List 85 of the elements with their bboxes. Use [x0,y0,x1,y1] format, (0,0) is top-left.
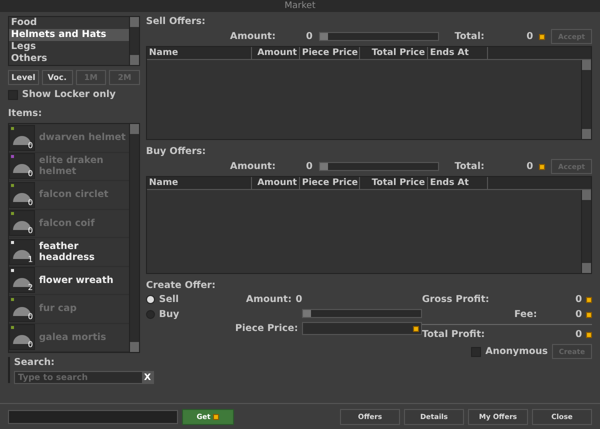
column-header[interactable]: Name [147,177,252,189]
item-count: 0 [28,140,33,150]
slider-thumb[interactable] [320,33,328,40]
section-title: Buy Offers: [146,146,207,157]
profit-value: 0 [574,329,582,340]
total-value: 0 [526,161,534,172]
item-name: galea mortis [39,332,106,343]
item-count: 2 [28,283,33,292]
filter-button[interactable]: Voc. [42,70,72,85]
profit-value: 0 [574,294,582,305]
amount-label: Amount: [246,294,292,305]
coin-icon [586,332,592,338]
coin-icon [539,164,546,170]
amount-label: Amount: [230,161,277,172]
scroll-bar[interactable] [129,124,139,352]
total-value: 0 [526,31,534,42]
total-label: Total: [454,161,486,172]
section-title: Sell Offers: [146,16,206,27]
item-count: 0 [28,312,33,321]
category-item[interactable]: Legs [9,41,129,53]
window-title: Market [0,0,600,12]
category-item[interactable]: Helmets and Hats [9,29,129,41]
amount-value: 0 [296,294,302,305]
amount-value: 0 [306,31,313,42]
item-count: 0 [28,198,33,207]
item-name: fur cap [39,303,77,314]
item-name: feather headdress [39,240,96,263]
scroll-bar[interactable] [581,60,591,139]
profit-value: 0 [574,309,582,320]
item-count: 1 [28,254,33,264]
coin-icon [413,326,419,332]
price-field[interactable] [302,322,422,335]
category-item[interactable]: Food [9,17,129,29]
item-name: falcon circlet [39,189,108,200]
category-item[interactable]: Others [9,53,129,65]
column-header[interactable]: Total Price [360,177,428,189]
clear-button[interactable]: X [142,372,153,383]
radio-label: Sell [159,294,179,305]
checkbox-label: Show Locker only [22,89,116,100]
column-header[interactable]: Name [147,47,252,59]
column-header[interactable]: Ends At [428,177,488,189]
profit-label: Total Profit: [422,329,486,340]
amount-label: Amount: [230,31,277,42]
total-label: Total: [454,31,486,42]
coin-icon [586,312,592,318]
slider-thumb[interactable] [320,163,328,170]
slider-track[interactable] [318,32,439,41]
slider-track[interactable] [302,309,422,318]
column-header[interactable]: Amount [252,177,300,189]
column-header[interactable]: Piece Price [300,177,360,189]
radio-label: Buy [159,309,180,320]
slider-thumb[interactable] [303,310,311,317]
profit-label: Fee: [513,309,537,320]
item-row[interactable]: 1 feather headdress [9,238,129,266]
search-field[interactable]: Type to search X [14,371,154,384]
checkbox-label: Anonymous [485,346,548,357]
scroll-bar[interactable] [581,190,591,273]
coin-icon [586,296,592,302]
coin-icon [539,34,546,40]
item-name: falcon coif [39,218,95,229]
section-title: Create Offer: [146,280,217,291]
filter-button[interactable]: Level [8,70,39,85]
item-name: elite draken helmet [39,155,104,178]
item-name: dwarven helmet [39,132,126,144]
item-count: 0 [28,226,33,236]
column-header[interactable]: Ends At [428,47,488,59]
amount-value: 0 [306,161,313,172]
radio-button[interactable] [146,295,155,304]
checkbox[interactable] [8,90,18,100]
coin-icon [213,414,220,420]
items-label: Items: [8,108,43,119]
radio-button[interactable] [146,310,155,319]
item-count: 0 [28,169,33,178]
scroll-bar[interactable] [129,17,139,65]
column-header[interactable]: Amount [252,47,300,59]
item-row[interactable]: 2 flower wreath [9,266,129,295]
column-header[interactable]: Piece Price [300,47,360,59]
slider-track[interactable] [318,162,439,171]
item-name: flower wreath [39,274,114,286]
search-label: Search: [14,357,56,368]
checkbox[interactable] [471,346,482,356]
column-header[interactable]: Total Price [360,47,428,59]
item-count: 0 [28,340,33,350]
piece-price-label: Piece Price: [234,323,298,334]
profit-label: Gross Profit: [422,294,490,305]
